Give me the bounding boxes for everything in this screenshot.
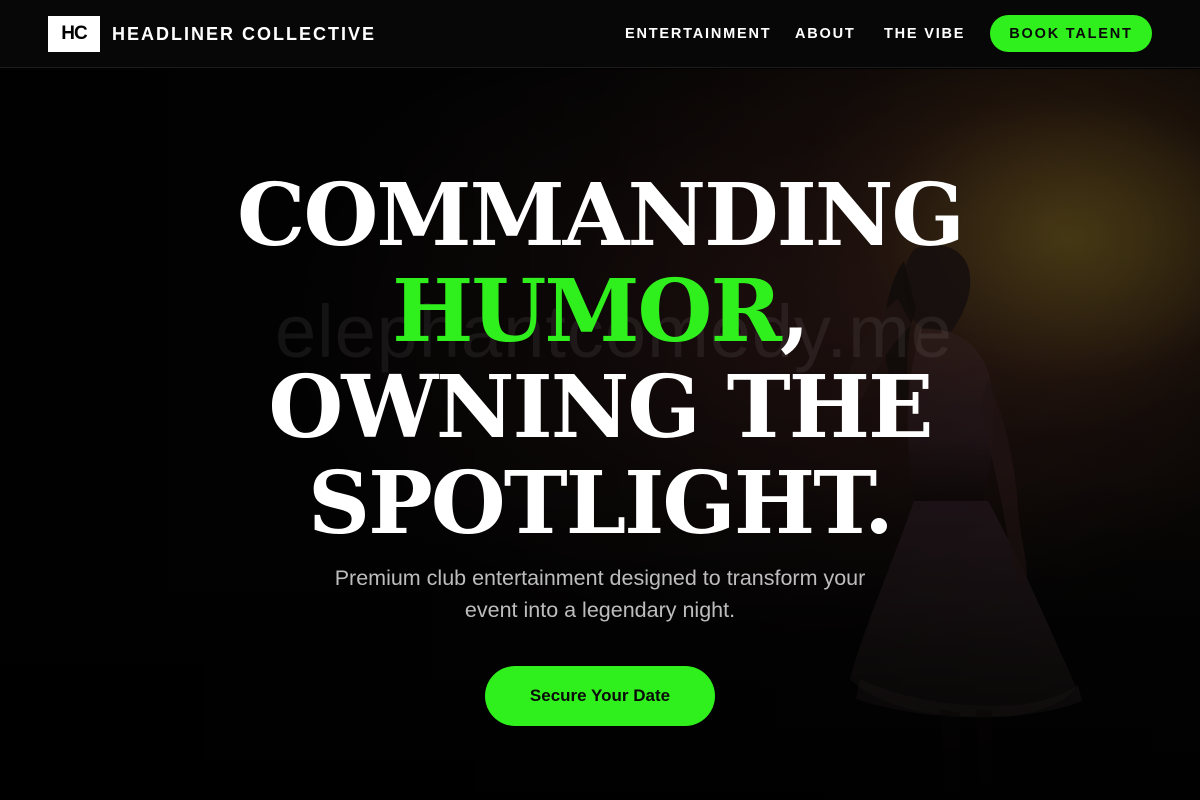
book-talent-label: BOOK TALENT [1009, 25, 1133, 42]
hero-headline: COMMANDING HUMOR, OWNING THE SPOTLIGHT. [150, 168, 1050, 552]
logo-text: HC [61, 23, 87, 44]
headline-accent-word: HUMOR [392, 261, 782, 362]
book-talent-button[interactable]: BOOK TALENT [990, 15, 1152, 52]
secure-your-date-label: Secure Your Date [529, 686, 671, 705]
headline-line-2: HUMOR, [150, 264, 1050, 360]
secure-your-date-button[interactable]: Secure Your Date [485, 666, 715, 726]
headline-line-3: OWNING THE [268, 357, 933, 458]
headline-line-1: COMMANDING [237, 165, 965, 266]
headline-line-4: SPOTLIGHT. [308, 453, 894, 554]
hero-subtext-line-2: event into a legendary night. [464, 598, 736, 622]
nav-link-entertainment[interactable]: ENTERTAINMENT [625, 24, 771, 44]
top-navbar: HC HEADLINER COLLECTIVE ENTERTAINMENT AB… [0, 0, 1200, 68]
hero-subtext-line-1: Premium club entertainment designed to t… [334, 566, 866, 590]
nav-link-about[interactable]: ABOUT [795, 24, 856, 44]
headline-accent-suffix: , [779, 261, 810, 362]
brand-name[interactable]: HEADLINER COLLECTIVE [112, 22, 376, 46]
brand-logo[interactable]: HC [48, 16, 100, 52]
hero-subtext: Premium club entertainment designed to t… [250, 562, 950, 626]
nav-link-the-vibe[interactable]: THE VIBE [884, 24, 965, 44]
